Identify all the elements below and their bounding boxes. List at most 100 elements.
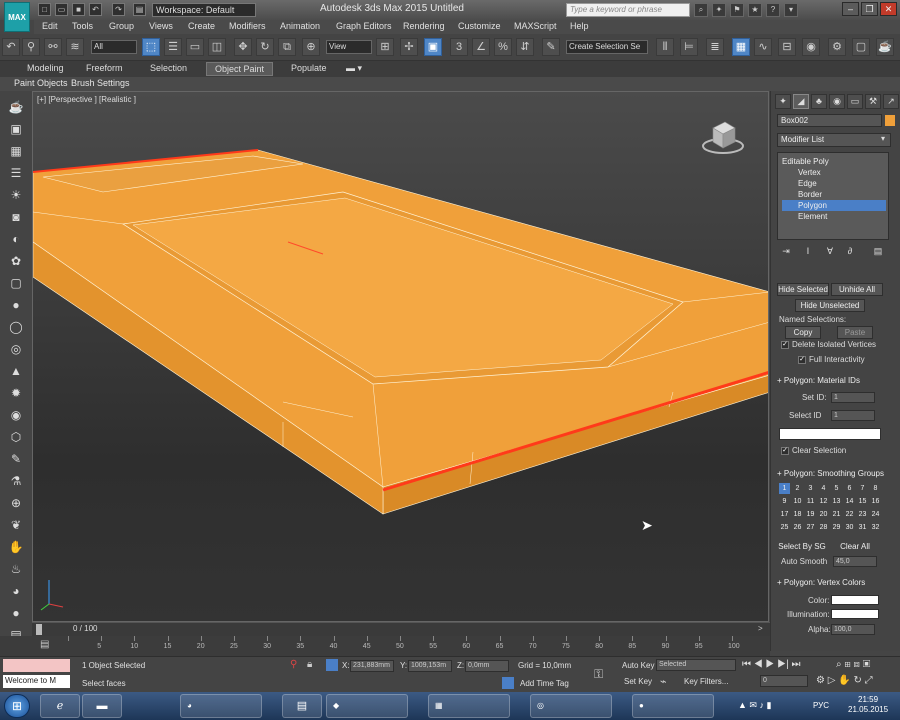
go-to-start-icon[interactable]: ⏮ (742, 659, 751, 670)
smoothing-group-button[interactable]: 8 (870, 483, 881, 494)
edit-named-selections-icon[interactable]: ✎ (542, 38, 560, 56)
absolute-mode-icon[interactable] (326, 659, 338, 671)
file-explorer-icon[interactable]: ▬ (82, 694, 122, 718)
favorites-icon[interactable]: ★ (748, 3, 762, 17)
ribbon-options-icon[interactable]: ▬ ▾ (346, 63, 362, 74)
community-icon[interactable]: ⚑ (730, 3, 744, 17)
smoothing-group-button[interactable]: 10 (792, 496, 803, 507)
cylinder-icon[interactable]: ◯ (7, 319, 25, 335)
smoothing-group-button[interactable]: 29 (831, 522, 842, 533)
graphite-toggle-icon[interactable]: ▦ (732, 38, 750, 56)
system-clock[interactable]: 21:59 21.05.2015 (848, 695, 888, 715)
extra-tab-icon[interactable]: ↗ (883, 94, 899, 109)
maxscript-listener-output[interactable]: Welcome to M (3, 675, 70, 688)
teapot-icon[interactable]: ☕ (7, 99, 25, 115)
hide-selected-button[interactable]: Hide Selected (777, 283, 829, 296)
smoothing-group-button[interactable]: 19 (805, 509, 816, 520)
place-icon[interactable]: ⊕ (302, 38, 320, 56)
viewcube-icon[interactable] (701, 114, 745, 158)
box-icon[interactable]: ▢ (7, 275, 25, 291)
menu-tools[interactable]: Tools (72, 21, 93, 31)
time-config-icon[interactable]: ⚙ (816, 675, 825, 686)
auto-smooth-spinner[interactable]: 45,0 (833, 556, 877, 567)
maxscript-listener-input[interactable] (3, 659, 70, 672)
select-object-icon[interactable]: ⬚ (142, 38, 160, 56)
tab-freeform[interactable]: Freeform (86, 63, 123, 73)
delete-isolated-checkbox[interactable]: ✓ (781, 341, 789, 349)
close-icon[interactable]: ✕ (880, 2, 897, 16)
hierarchy-tab-icon[interactable]: ♣ (811, 94, 827, 109)
smoothing-group-button[interactable]: 9 (779, 496, 790, 507)
pivot-center-icon[interactable]: ⊞ (376, 38, 394, 56)
smoothing-group-button[interactable]: 2 (792, 483, 803, 494)
open-icon[interactable]: ▭ (55, 3, 68, 16)
project-icon[interactable]: ▤ (133, 3, 146, 16)
minimize-icon[interactable]: – (842, 2, 859, 16)
sphere-icon[interactable]: ● (7, 297, 25, 313)
show-end-result-icon[interactable]: Ⅰ (801, 244, 815, 258)
sun-icon[interactable]: ✹ (7, 385, 25, 401)
key-mode-dropdown[interactable]: Selected (656, 659, 736, 671)
configure-sets-icon[interactable]: ▤ (871, 244, 885, 258)
smoothing-group-button[interactable]: 17 (779, 509, 790, 520)
stack-edge[interactable]: Edge (782, 178, 886, 189)
clear-all-button[interactable]: Clear All (833, 541, 877, 554)
smoothing-group-button[interactable]: 4 (818, 483, 829, 494)
smoothing-group-button[interactable]: 22 (844, 509, 855, 520)
unhide-all-button[interactable]: Unhide All (831, 283, 883, 296)
smoothing-group-button[interactable]: 32 (870, 522, 881, 533)
start-icon[interactable]: ⊞ (4, 694, 30, 718)
smoothing-group-button[interactable]: 27 (805, 522, 816, 533)
go-to-end-icon[interactable]: ⏭ (792, 659, 801, 670)
select-by-sg-button[interactable]: Select By SG (777, 541, 827, 554)
cone-icon[interactable]: ▲ (7, 363, 25, 379)
orbit-icon[interactable]: ↻ (853, 675, 861, 686)
scene-canvas[interactable] (33, 92, 769, 622)
menu-animation[interactable]: Animation (280, 21, 320, 31)
internet-explorer-icon[interactable]: ℯ (40, 694, 80, 718)
bind-space-warp-icon[interactable]: ≋ (66, 38, 84, 56)
save-icon[interactable]: ■ (72, 3, 85, 16)
tab-selection[interactable]: Selection (150, 63, 187, 73)
pin-stack-icon[interactable]: ⇥ (779, 244, 793, 258)
pan-icon[interactable]: ✋ (838, 675, 850, 686)
smoothing-group-button[interactable]: 16 (870, 496, 881, 507)
display-tab-icon[interactable]: ▭ (847, 94, 863, 109)
stack-editable-poly[interactable]: Editable Poly (782, 156, 886, 167)
motion-tab-icon[interactable]: ◉ (829, 94, 845, 109)
menu-maxscript[interactable]: MAXScript (514, 21, 557, 31)
time-slider[interactable]: 0 / 100 > (32, 622, 770, 636)
torus-icon[interactable]: ◎ (7, 341, 25, 357)
smoothing-group-button[interactable]: 24 (870, 509, 881, 520)
3dsmax-task-icon[interactable]: ◆ (326, 694, 408, 718)
selection-filter-dropdown[interactable]: All (91, 40, 137, 54)
full-interactivity-checkbox[interactable]: ✓ (798, 356, 806, 364)
chrome-task-icon[interactable]: ◕ (180, 694, 262, 718)
paint-objects-panel[interactable]: Paint Objects (14, 78, 68, 88)
language-indicator[interactable]: РУС (813, 701, 829, 710)
mirror-icon[interactable]: ⫴ (656, 38, 674, 56)
x-coordinate-field[interactable]: 231,883mm (350, 660, 394, 672)
lock-icon[interactable]: 🔒︎ (307, 659, 312, 670)
new-icon[interactable]: □ (38, 3, 51, 16)
light-icon[interactable]: ☀ (7, 187, 25, 203)
key-icon[interactable]: ⚿ (594, 667, 603, 682)
shape-icon[interactable]: ⬡ (7, 429, 25, 445)
smoothing-group-button[interactable]: 6 (844, 483, 855, 494)
grid-icon[interactable]: ▦ (7, 143, 25, 159)
set-key-button[interactable]: Set Key (624, 677, 652, 686)
system-tray-icons[interactable]: ▲ ✉ ♪ ▮ (738, 700, 771, 711)
menu-help[interactable]: Help (570, 21, 589, 31)
isolate-icon[interactable]: ⚲ (290, 659, 297, 670)
schematic-view-icon[interactable]: ⊟ (778, 38, 796, 56)
palette-icon[interactable]: ✿ (7, 253, 25, 269)
hand-icon[interactable]: ✋ (7, 539, 25, 555)
rotate-icon[interactable]: ↻ (256, 38, 274, 56)
smoothing-group-button[interactable]: 26 (792, 522, 803, 533)
hide-unselected-button[interactable]: Hide Unselected (795, 299, 865, 312)
help-dropdown-icon[interactable]: ▾ (784, 3, 798, 17)
y-coordinate-field[interactable]: 1009,153m (408, 660, 452, 672)
fov-icon[interactable]: ▷ (828, 675, 836, 686)
helper-icon[interactable]: ◐ (7, 231, 25, 247)
angle-snap-icon[interactable]: ∠ (472, 38, 490, 56)
